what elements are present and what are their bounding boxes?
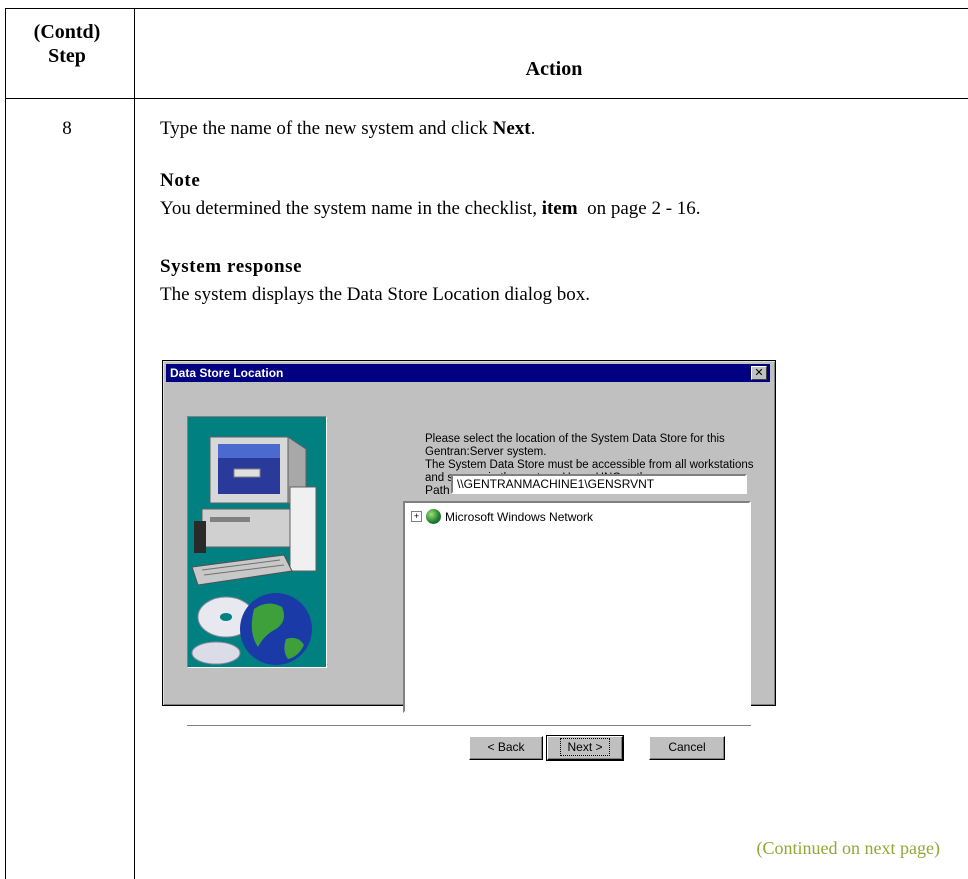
path-label: Path	[425, 483, 450, 497]
back-button[interactable]: < Back	[469, 736, 543, 760]
table-border-top	[5, 8, 968, 9]
dialog-separator	[187, 725, 751, 727]
table-column-divider	[134, 8, 135, 879]
data-store-location-dialog: Data Store Location ✕ Please select the …	[162, 360, 776, 761]
step-header-line1: (Contd)	[33, 21, 101, 43]
instruction-text: Type the name of the new system and clic…	[160, 118, 535, 140]
path-input[interactable]	[451, 474, 747, 494]
action-column-header: Action	[525, 58, 583, 80]
next-button-label: Next >	[560, 738, 610, 756]
step-column-header: (Contd) Step	[6, 20, 128, 68]
system-response-text: The system displays the Data Store Locat…	[160, 284, 591, 305]
dialog-title: Data Store Location	[170, 366, 284, 380]
note-text: You determined the system name in the ch…	[160, 198, 701, 220]
instruction-button-name: Next	[492, 118, 531, 139]
table-header-divider	[5, 98, 968, 99]
note-heading: Note	[160, 170, 201, 191]
expand-icon[interactable]: +	[411, 511, 422, 522]
dialog-instruction-1: Please select the location of the System…	[425, 433, 725, 458]
tree-item-label: Microsoft Windows Network	[445, 509, 594, 524]
instruction-post: .	[530, 118, 536, 139]
next-button[interactable]: Next >	[546, 735, 624, 761]
dialog-titlebar: Data Store Location ✕	[166, 364, 770, 382]
note-post: on page 2 - 16.	[577, 198, 701, 219]
computer-globe-illustration	[191, 436, 317, 665]
note-item-bold: item	[541, 198, 578, 219]
cancel-button[interactable]: Cancel	[649, 736, 725, 760]
continued-on-next-page: (Continued on next page)	[756, 838, 940, 858]
network-tree-view[interactable]: + Microsoft Windows Network	[403, 501, 751, 713]
computer-illustration	[187, 416, 327, 668]
system-response-heading: System response	[160, 256, 303, 277]
note-pre: You determined the system name in the ch…	[160, 198, 542, 219]
close-icon[interactable]: ✕	[751, 366, 767, 380]
network-globe-icon	[426, 509, 441, 524]
step-number: 8	[62, 118, 72, 139]
step-header-line2: Step	[48, 45, 86, 67]
instruction-pre: Type the name of the new system and clic…	[160, 118, 493, 139]
tree-item-microsoft-windows-network[interactable]: + Microsoft Windows Network	[411, 509, 593, 524]
